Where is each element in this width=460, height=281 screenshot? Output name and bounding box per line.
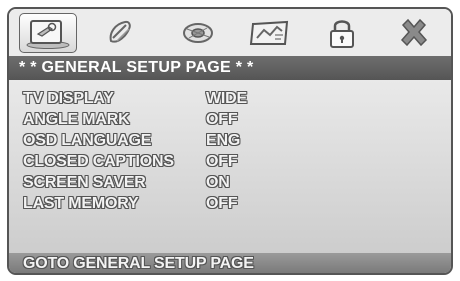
setting-value: OFF	[206, 111, 238, 128]
setting-label: OSD LANGUAGE	[23, 132, 152, 149]
video-setup-icon	[183, 23, 213, 43]
audio-setup-icon	[109, 20, 131, 43]
preference-icon	[249, 20, 289, 45]
tab-exit[interactable]	[385, 13, 443, 53]
page-title: * * GENERAL SETUP PAGE * *	[9, 56, 451, 80]
setting-row-screen-saver[interactable]: SCREEN SAVER ON	[23, 173, 283, 193]
setting-value: OFF	[206, 153, 238, 170]
setting-label: ANGLE MARK	[23, 111, 130, 128]
settings-list: TV DISPLAY WIDE ANGLE MARK OFF OSD LANGU…	[9, 80, 451, 253]
setting-label: LAST MEMORY	[23, 195, 139, 212]
tab-password[interactable]	[313, 13, 371, 53]
setting-row-closed-captions[interactable]: CLOSED CAPTIONS OFF	[23, 152, 283, 172]
setting-row-tv-display[interactable]: TV DISPLAY WIDE	[23, 89, 283, 109]
tab-general-setup[interactable]	[19, 13, 77, 53]
password-lock-icon	[330, 20, 354, 48]
status-text: GOTO GENERAL SETUP PAGE	[23, 255, 254, 272]
tab-video-setup[interactable]	[169, 13, 227, 53]
status-bar: GOTO GENERAL SETUP PAGE	[9, 253, 451, 273]
setup-tab-bar	[9, 9, 451, 56]
setting-label: TV DISPLAY	[23, 90, 114, 107]
tab-audio-setup[interactable]	[91, 13, 149, 53]
setting-label: CLOSED CAPTIONS	[23, 153, 174, 170]
setup-menu-window: * * GENERAL SETUP PAGE * * TV DISPLAY WI…	[7, 7, 453, 275]
setting-value: ENG	[206, 132, 241, 149]
tab-preference[interactable]	[241, 13, 299, 53]
general-setup-icon	[26, 20, 70, 49]
setting-row-osd-language[interactable]: OSD LANGUAGE ENG	[23, 131, 283, 151]
setting-value: WIDE	[206, 90, 247, 107]
setting-row-last-memory[interactable]: LAST MEMORY OFF	[23, 194, 283, 214]
setting-value: ON	[206, 174, 230, 191]
setting-value: OFF	[206, 195, 238, 212]
setting-label: SCREEN SAVER	[23, 174, 146, 191]
exit-icon	[400, 18, 428, 47]
setting-row-angle-mark[interactable]: ANGLE MARK OFF	[23, 110, 283, 130]
